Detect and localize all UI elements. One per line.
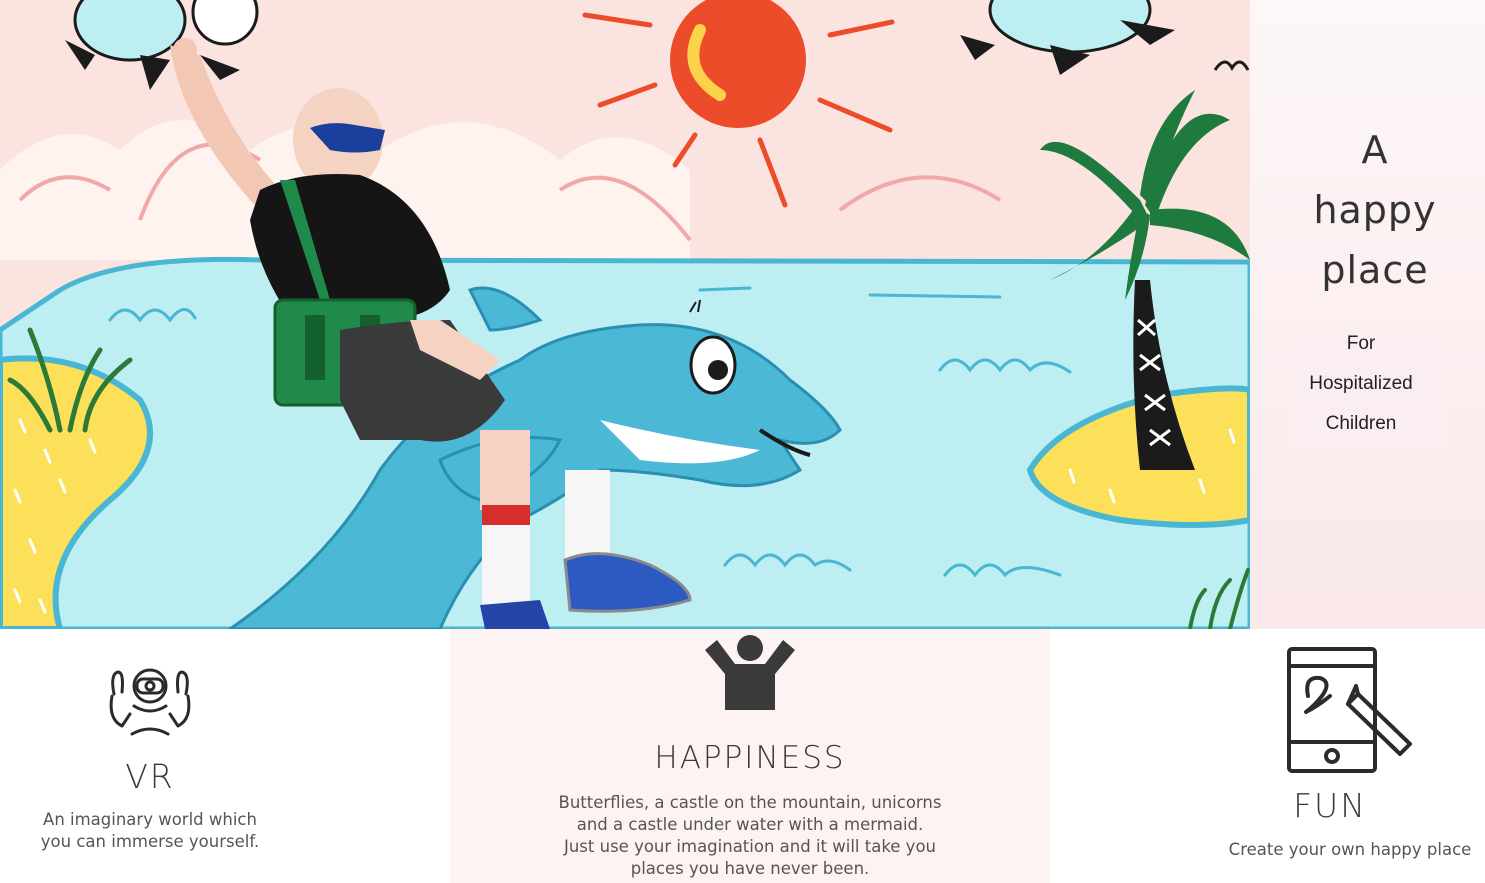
happiness-desc-line1: Butterflies, a castle on the mountain, u… bbox=[558, 793, 942, 812]
tagline-line-a: A bbox=[1361, 128, 1389, 172]
happiness-desc-line3: Just use your imagination and it will ta… bbox=[563, 837, 936, 856]
fun-desc: Create your own happy place bbox=[1228, 840, 1472, 859]
tablet-drawing-icon bbox=[1287, 647, 1412, 773]
vr-headset-icon bbox=[109, 668, 191, 736]
happiness-desc-line4: places you have never been. bbox=[630, 859, 870, 878]
tagline-line-happy: happy bbox=[1313, 188, 1437, 232]
vr-desc-line1: An imaginary world which bbox=[43, 810, 257, 829]
happiness-desc-line2: and a castle under water with a mermaid. bbox=[576, 815, 924, 834]
vr-desc-line2: you can immerse yourself. bbox=[40, 832, 260, 851]
vr-title: VR bbox=[125, 757, 175, 796]
tagline-panel bbox=[1250, 0, 1485, 629]
happy-person-icon bbox=[705, 635, 795, 710]
fun-title: FUN bbox=[1293, 786, 1367, 825]
tagline-sub-children: Children bbox=[1325, 413, 1397, 434]
tagline-sub-hospitalized: Hospitalized bbox=[1309, 373, 1413, 394]
hero-scene bbox=[0, 0, 1250, 629]
tagline-sub-for: For bbox=[1346, 333, 1376, 354]
tagline-line-place: place bbox=[1321, 248, 1429, 292]
happiness-title: HAPPINESS bbox=[654, 740, 846, 776]
hero-illustration bbox=[0, 0, 1250, 629]
